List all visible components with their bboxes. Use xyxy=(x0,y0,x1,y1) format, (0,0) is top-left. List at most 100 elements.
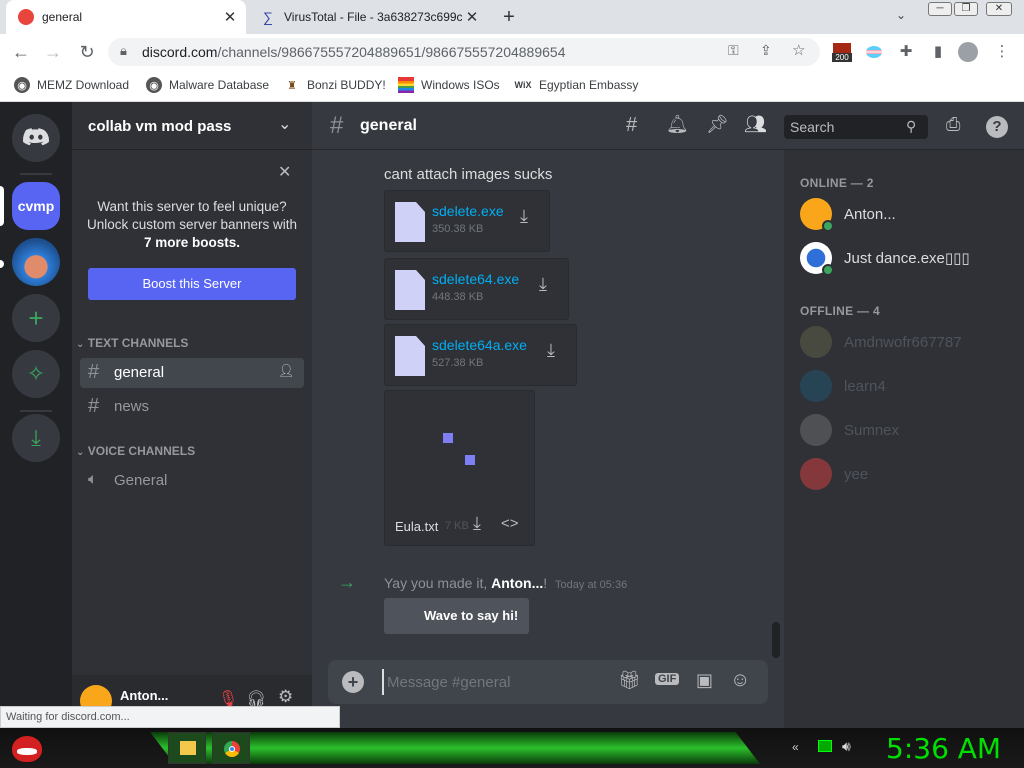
bookmark-memz[interactable]: ◉ MEMZ Download xyxy=(14,77,129,93)
tray-chevron-icon[interactable]: « xyxy=(792,740,799,754)
network-icon[interactable] xyxy=(818,740,832,752)
members-icon[interactable]: 👥︎ xyxy=(744,114,767,135)
search-input[interactable]: Search ⚲ xyxy=(784,115,928,139)
download-icon[interactable]: ⤓ xyxy=(531,274,555,298)
home-button[interactable] xyxy=(12,114,60,162)
text-channels-category[interactable]: ⌄ TEXT CHANNELS xyxy=(76,336,188,350)
gear-icon[interactable]: ⚙ xyxy=(278,687,293,707)
chat-area: # general # 🔔︎ 📌︎ 👥︎ Search ⚲ ⎙ ? cant a… xyxy=(312,102,1024,728)
bookmark-egyptian-embassy[interactable]: WiX Egyptian Embassy xyxy=(514,77,639,93)
start-button[interactable] xyxy=(8,730,48,766)
system-user[interactable]: Anton... xyxy=(491,575,543,591)
boost-server-button[interactable]: Boost this Server xyxy=(88,268,296,300)
download-icon[interactable]: ⤓ xyxy=(473,513,481,534)
username: Anton... xyxy=(120,688,169,703)
channel-news[interactable]: # news xyxy=(80,392,304,422)
category-label: VOICE CHANNELS xyxy=(87,444,196,458)
voice-channel-general[interactable]: 🔈︎ General xyxy=(80,466,304,496)
side-panel-icon[interactable]: ▮ xyxy=(928,42,948,62)
tab-general[interactable]: general ✕ xyxy=(6,0,246,34)
gift-icon[interactable]: 🎁︎ xyxy=(618,670,641,691)
clock[interactable]: 5:36 AM xyxy=(886,732,1001,765)
avatar xyxy=(800,242,834,276)
member-item[interactable]: Anton... xyxy=(800,198,896,232)
reload-icon[interactable]: ↻ xyxy=(76,41,98,63)
bell-icon[interactable]: 🔔︎ xyxy=(666,114,689,135)
text-file-name[interactable]: Eula.txt xyxy=(395,519,438,534)
explore-compass-icon[interactable]: ✧ xyxy=(12,350,60,398)
url-domain: discord.com xyxy=(142,44,218,60)
voice-channels-category[interactable]: ⌄ VOICE CHANNELS xyxy=(76,444,195,458)
timestamp: Today at 05:36 xyxy=(555,579,628,591)
new-tab-icon[interactable]: + xyxy=(498,6,520,28)
pin-icon[interactable]: 📌︎ xyxy=(706,114,729,135)
close-icon[interactable]: ✕ xyxy=(278,162,291,182)
channel-general[interactable]: # general 👤︎ xyxy=(80,358,304,388)
member-item[interactable]: Amdnwofr667787 xyxy=(800,326,962,358)
bookmarks-bar: ◉ MEMZ Download ◉ Malware Database ♜ Bonzi … xyxy=(0,70,1024,102)
gif-button[interactable]: GIF xyxy=(655,673,680,685)
address-bar[interactable]: 🔒︎ discord.com/channels/9866755572048896… xyxy=(108,38,820,66)
member-item[interactable]: yee xyxy=(800,458,868,490)
file-name-link[interactable]: sdelete64a.exe xyxy=(432,337,527,353)
message-placeholder: Message #general xyxy=(387,674,511,691)
url-text[interactable]: discord.com/channels/986675557204889651/… xyxy=(142,44,565,60)
file-name-link[interactable]: sdelete64.exe xyxy=(432,271,519,287)
message-input[interactable]: Message #general xyxy=(382,669,582,695)
channel-name: general xyxy=(114,364,165,381)
key-icon[interactable]: ⚿ xyxy=(728,42,739,59)
wave-button[interactable]: Wave to say hi! xyxy=(384,598,529,634)
bookmark-windows-isos[interactable]: Windows ISOs xyxy=(398,77,500,93)
download-apps-icon[interactable]: ⤓ xyxy=(12,414,60,462)
profile-avatar-icon[interactable] xyxy=(958,42,978,62)
scrollbar-thumb[interactable] xyxy=(772,622,780,658)
member-item[interactable]: learn4 xyxy=(800,370,886,402)
invite-member-icon[interactable]: 👤︎ xyxy=(278,363,295,379)
download-icon[interactable]: ⤓ xyxy=(512,206,536,230)
close-tab-icon[interactable]: ✕ xyxy=(220,8,240,26)
file-size: 350.38 KB xyxy=(432,223,484,235)
volume-icon[interactable]: 🔊︎ xyxy=(842,738,851,755)
maximize-icon[interactable]: ❐ xyxy=(954,2,978,16)
forward-icon[interactable]: → xyxy=(42,41,64,63)
taskbar-explorer[interactable] xyxy=(168,732,206,764)
minimize-icon[interactable]: ─ xyxy=(928,2,952,16)
add-attachment-icon[interactable]: + xyxy=(342,671,364,693)
close-window-icon[interactable]: ✕ xyxy=(986,2,1012,16)
message-composer: + Message #general 🎁︎ GIF ▣ ☺ xyxy=(328,660,768,704)
extensions-puzzle-icon[interactable]: ✚ xyxy=(896,42,916,62)
discord-logo-icon xyxy=(23,128,49,146)
chrome-menu-icon[interactable]: ⋮ xyxy=(992,42,1012,62)
sticker-icon[interactable]: ▣ xyxy=(696,670,713,691)
back-icon[interactable]: ← xyxy=(10,41,32,63)
add-server-icon[interactable]: + xyxy=(12,294,60,342)
server-header[interactable]: collab vm mod pass ⌄ xyxy=(72,102,312,150)
chevron-down-icon: ⌄ xyxy=(76,339,85,350)
download-icon[interactable]: ⤓ xyxy=(539,340,563,364)
category-label: TEXT CHANNELS xyxy=(87,336,189,350)
expand-code-icon[interactable]: <> xyxy=(501,515,519,532)
inbox-icon[interactable]: ⎙ xyxy=(946,114,960,135)
hash-icon: # xyxy=(330,112,344,139)
bookmark-malware-db[interactable]: ◉ Malware Database xyxy=(146,77,269,93)
close-tab-icon[interactable]: ✕ xyxy=(462,8,482,26)
bird-face-icon xyxy=(17,748,37,755)
server-cvmp[interactable]: cvmp xyxy=(12,182,60,230)
share-icon[interactable]: ⇪ xyxy=(760,42,772,59)
tab-virustotal[interactable]: ∑ VirusTotal - File - 3a638273c699c ✕ xyxy=(248,0,488,34)
member-item[interactable]: Sumnex xyxy=(800,414,899,446)
server-avatar-pig[interactable] xyxy=(12,238,60,286)
member-item[interactable]: Just dance.exe▯▯▯ xyxy=(800,242,970,276)
emoji-icon[interactable]: ☺ xyxy=(730,669,750,692)
extension-badge-icon[interactable]: 200 xyxy=(832,42,852,62)
bookmark-star-icon[interactable]: ☆ xyxy=(792,41,805,59)
file-name-link[interactable]: sdelete.exe xyxy=(432,203,504,219)
tab-search-chevron-icon[interactable]: ⌄ xyxy=(896,8,906,22)
bookmark-bonzi[interactable]: ♜ Bonzi BUDDY! xyxy=(284,77,386,93)
server-name: collab vm mod pass xyxy=(88,118,232,135)
help-icon[interactable]: ? xyxy=(986,116,1008,138)
speaker-icon: 🔈︎ xyxy=(88,471,98,488)
flag-extension-icon[interactable] xyxy=(864,42,884,62)
taskbar-chrome[interactable] xyxy=(212,732,250,764)
threads-icon[interactable]: # xyxy=(626,114,637,137)
